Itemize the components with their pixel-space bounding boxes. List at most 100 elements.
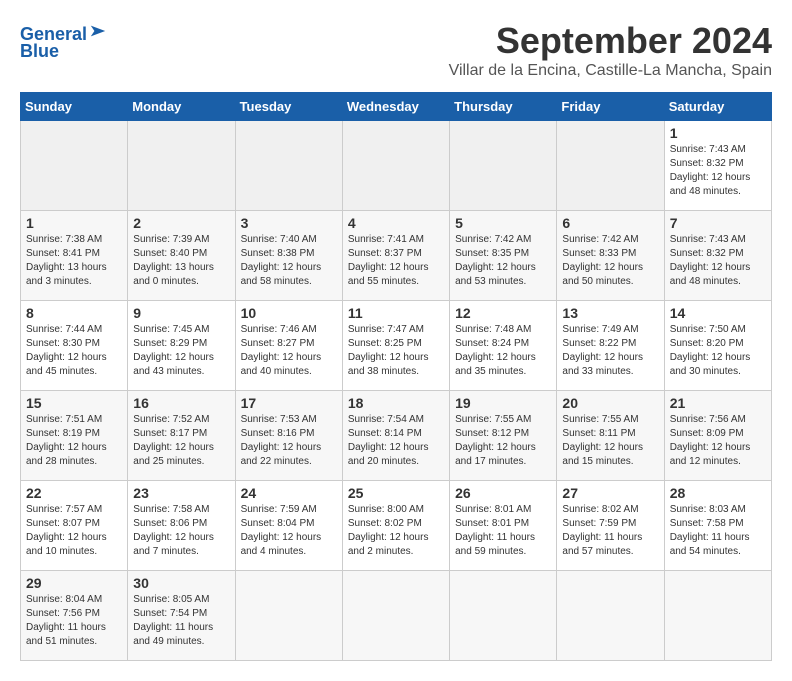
day-number: 27 [562,485,658,501]
calendar-cell: 2 Sunrise: 7:39 AMSunset: 8:40 PMDaylight… [128,211,235,301]
day-number: 1 [26,215,122,231]
calendar-cell: 8Sunrise: 7:44 AMSunset: 8:30 PMDaylight… [21,301,128,391]
calendar-cell: 6Sunrise: 7:42 AMSunset: 8:33 PMDaylight… [557,211,664,301]
calendar-cell: 30Sunrise: 8:05 AMSunset: 7:54 PMDayligh… [128,571,235,661]
calendar-cell: 26 Sunrise: 8:01 AMSunset: 8:01 PMDayligh… [450,481,557,571]
calendar-cell [450,121,557,211]
day-number: 22 [26,485,122,501]
col-header-wednesday: Wednesday [342,93,449,121]
calendar-cell: 18 Sunrise: 7:54 AMSunset: 8:14 PMDayligh… [342,391,449,481]
logo: General Blue [20,20,107,62]
day-info: Sunrise: 7:44 AMSunset: 8:30 PMDaylight:… [26,323,122,379]
calendar-cell [664,571,771,661]
day-number: 18 [348,395,444,411]
day-info: Sunrise: 7:41 AMSunset: 8:37 PMDaylight:… [348,233,444,289]
calendar-table: SundayMondayTuesdayWednesdayThursdayFrid… [20,92,772,661]
day-info: Sunrise: 8:03 AMSunset: 7:58 PMDaylight:… [670,503,766,559]
calendar-cell [342,571,449,661]
calendar-cell: 21 Sunrise: 7:56 AMSunset: 8:09 PMDayligh… [664,391,771,481]
col-header-sunday: Sunday [21,93,128,121]
title-section: September 2024 Villar de la Encina, Cast… [449,20,772,80]
calendar-cell: 4 Sunrise: 7:41 AMSunset: 8:37 PMDaylight… [342,211,449,301]
day-number: 16 [133,395,229,411]
day-info: Sunrise: 7:58 AMSunset: 8:06 PMDaylight:… [133,503,229,559]
day-info: Sunrise: 7:43 AMSunset: 8:32 PMDaylight:… [670,143,766,199]
calendar-cell: 1 Sunrise: 7:43 AMSunset: 8:32 PMDaylight… [664,121,771,211]
day-number: 20 [562,395,658,411]
day-number: 13 [562,305,658,321]
day-number: 29 [26,575,122,591]
day-info: Sunrise: 8:04 AMSunset: 7:56 PMDaylight:… [26,593,122,649]
day-number: 23 [133,485,229,501]
calendar-cell: 25 Sunrise: 8:00 AMSunset: 8:02 PMDayligh… [342,481,449,571]
day-number: 7 [670,215,766,231]
calendar-cell: 29 Sunrise: 8:04 AMSunset: 7:56 PMDayligh… [21,571,128,661]
calendar-cell: 27 Sunrise: 8:02 AMSunset: 7:59 PMDayligh… [557,481,664,571]
calendar-cell: 19 Sunrise: 7:55 AMSunset: 8:12 PMDayligh… [450,391,557,481]
location-title: Villar de la Encina, Castille-La Mancha,… [449,62,772,80]
calendar-cell: 5Sunrise: 7:42 AMSunset: 8:35 PMDaylight… [450,211,557,301]
calendar-cell [235,121,342,211]
calendar-cell [21,121,128,211]
calendar-cell: 16Sunrise: 7:52 AMSunset: 8:17 PMDayligh… [128,391,235,481]
day-info: Sunrise: 7:55 AMSunset: 8:11 PMDaylight:… [562,413,658,469]
day-number: 10 [241,305,337,321]
day-info: Sunrise: 7:49 AMSunset: 8:22 PMDaylight:… [562,323,658,379]
calendar-cell: 24 Sunrise: 7:59 AMSunset: 8:04 PMDayligh… [235,481,342,571]
calendar-cell: 13 Sunrise: 7:49 AMSunset: 8:22 PMDayligh… [557,301,664,391]
day-info: Sunrise: 7:45 AMSunset: 8:29 PMDaylight:… [133,323,229,379]
day-info: Sunrise: 7:51 AMSunset: 8:19 PMDaylight:… [26,413,122,469]
calendar-cell: 12 Sunrise: 7:48 AMSunset: 8:24 PMDayligh… [450,301,557,391]
calendar-cell: 7 Sunrise: 7:43 AMSunset: 8:32 PMDaylight… [664,211,771,301]
calendar-cell: 28Sunrise: 8:03 AMSunset: 7:58 PMDayligh… [664,481,771,571]
calendar-cell: 10 Sunrise: 7:46 AMSunset: 8:27 PMDayligh… [235,301,342,391]
calendar-cell: 11 Sunrise: 7:47 AMSunset: 8:25 PMDayligh… [342,301,449,391]
day-info: Sunrise: 8:00 AMSunset: 8:02 PMDaylight:… [348,503,444,559]
day-info: Sunrise: 7:38 AMSunset: 8:41 PMDaylight:… [26,233,122,289]
calendar-cell: 1 Sunrise: 7:38 AMSunset: 8:41 PMDaylight… [21,211,128,301]
col-header-friday: Friday [557,93,664,121]
day-info: Sunrise: 7:46 AMSunset: 8:27 PMDaylight:… [241,323,337,379]
day-number: 17 [241,395,337,411]
day-info: Sunrise: 8:01 AMSunset: 8:01 PMDaylight:… [455,503,551,559]
day-number: 4 [348,215,444,231]
day-info: Sunrise: 7:48 AMSunset: 8:24 PMDaylight:… [455,323,551,379]
calendar-cell [235,571,342,661]
day-number: 12 [455,305,551,321]
calendar-cell: 3Sunrise: 7:40 AMSunset: 8:38 PMDaylight… [235,211,342,301]
calendar-cell: 15 Sunrise: 7:51 AMSunset: 8:19 PMDayligh… [21,391,128,481]
day-number: 2 [133,215,229,231]
day-number: 21 [670,395,766,411]
day-number: 24 [241,485,337,501]
day-info: Sunrise: 7:59 AMSunset: 8:04 PMDaylight:… [241,503,337,559]
day-info: Sunrise: 8:02 AMSunset: 7:59 PMDaylight:… [562,503,658,559]
calendar-cell [557,121,664,211]
calendar-cell: 23 Sunrise: 7:58 AMSunset: 8:06 PMDayligh… [128,481,235,571]
day-info: Sunrise: 7:40 AMSunset: 8:38 PMDaylight:… [241,233,337,289]
day-number: 11 [348,305,444,321]
day-info: Sunrise: 7:39 AMSunset: 8:40 PMDaylight:… [133,233,229,289]
day-info: Sunrise: 7:42 AMSunset: 8:35 PMDaylight:… [455,233,551,289]
day-number: 14 [670,305,766,321]
day-info: Sunrise: 7:43 AMSunset: 8:32 PMDaylight:… [670,233,766,289]
day-info: Sunrise: 7:54 AMSunset: 8:14 PMDaylight:… [348,413,444,469]
calendar-cell [557,571,664,661]
day-info: Sunrise: 7:55 AMSunset: 8:12 PMDaylight:… [455,413,551,469]
col-header-thursday: Thursday [450,93,557,121]
day-number: 25 [348,485,444,501]
day-number: 1 [670,125,766,141]
day-number: 15 [26,395,122,411]
day-number: 9 [133,305,229,321]
day-info: Sunrise: 7:50 AMSunset: 8:20 PMDaylight:… [670,323,766,379]
day-number: 26 [455,485,551,501]
col-header-saturday: Saturday [664,93,771,121]
calendar-cell [450,571,557,661]
col-header-monday: Monday [128,93,235,121]
day-info: Sunrise: 7:47 AMSunset: 8:25 PMDaylight:… [348,323,444,379]
day-number: 19 [455,395,551,411]
calendar-cell [342,121,449,211]
calendar-cell [128,121,235,211]
day-info: Sunrise: 7:53 AMSunset: 8:16 PMDaylight:… [241,413,337,469]
calendar-cell: 14 Sunrise: 7:50 AMSunset: 8:20 PMDayligh… [664,301,771,391]
day-info: Sunrise: 7:56 AMSunset: 8:09 PMDaylight:… [670,413,766,469]
